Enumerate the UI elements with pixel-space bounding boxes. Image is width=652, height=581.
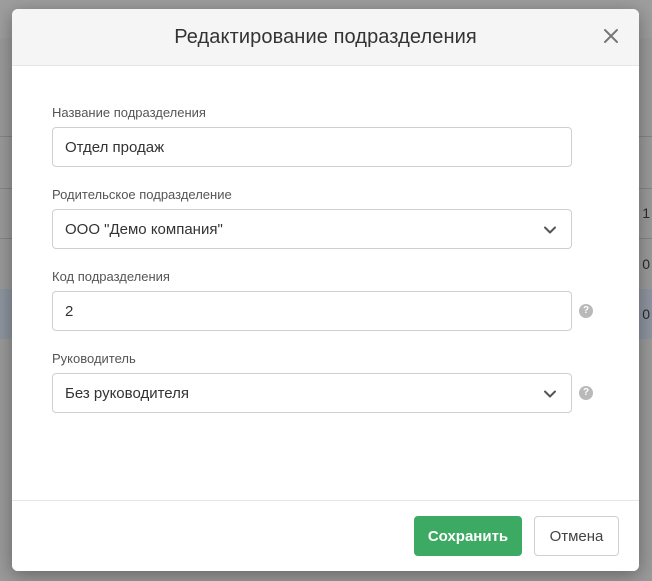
close-button[interactable] <box>601 26 621 46</box>
cancel-button[interactable]: Отмена <box>534 516 619 556</box>
manager-help-icon[interactable]: ? <box>579 386 593 400</box>
parent-department-label: Родительское подразделение <box>52 187 232 202</box>
background-cell: 1 <box>642 205 650 221</box>
department-code-label: Код подразделения <box>52 269 170 284</box>
code-help-icon[interactable]: ? <box>579 304 593 318</box>
department-code-input[interactable]: 2 <box>52 291 572 331</box>
manager-select[interactable]: Без руководителя <box>52 373 572 413</box>
modal-header: Редактирование подразделения <box>12 9 639 66</box>
close-icon <box>604 29 618 43</box>
department-name-label: Название подразделения <box>52 105 206 120</box>
department-code-value: 2 <box>65 302 74 320</box>
chevron-down-icon <box>544 226 556 234</box>
chevron-down-icon <box>544 390 556 398</box>
save-button[interactable]: Сохранить <box>414 516 522 556</box>
parent-department-select[interactable]: ООО "Демо компания" <box>52 209 572 249</box>
background-cell: 0 <box>642 306 650 322</box>
manager-value: Без руководителя <box>65 384 190 402</box>
modal-title: Редактирование подразделения <box>174 26 477 48</box>
parent-department-value: ООО "Демо компания" <box>65 220 223 238</box>
department-name-input[interactable]: Отдел продаж <box>52 127 572 167</box>
edit-department-modal: Редактирование подразделения Название по… <box>12 9 639 571</box>
department-name-value: Отдел продаж <box>65 138 165 156</box>
manager-label: Руководитель <box>52 351 136 366</box>
modal-footer: Сохранить Отмена <box>12 500 639 571</box>
background-cell: 0 <box>642 256 650 272</box>
